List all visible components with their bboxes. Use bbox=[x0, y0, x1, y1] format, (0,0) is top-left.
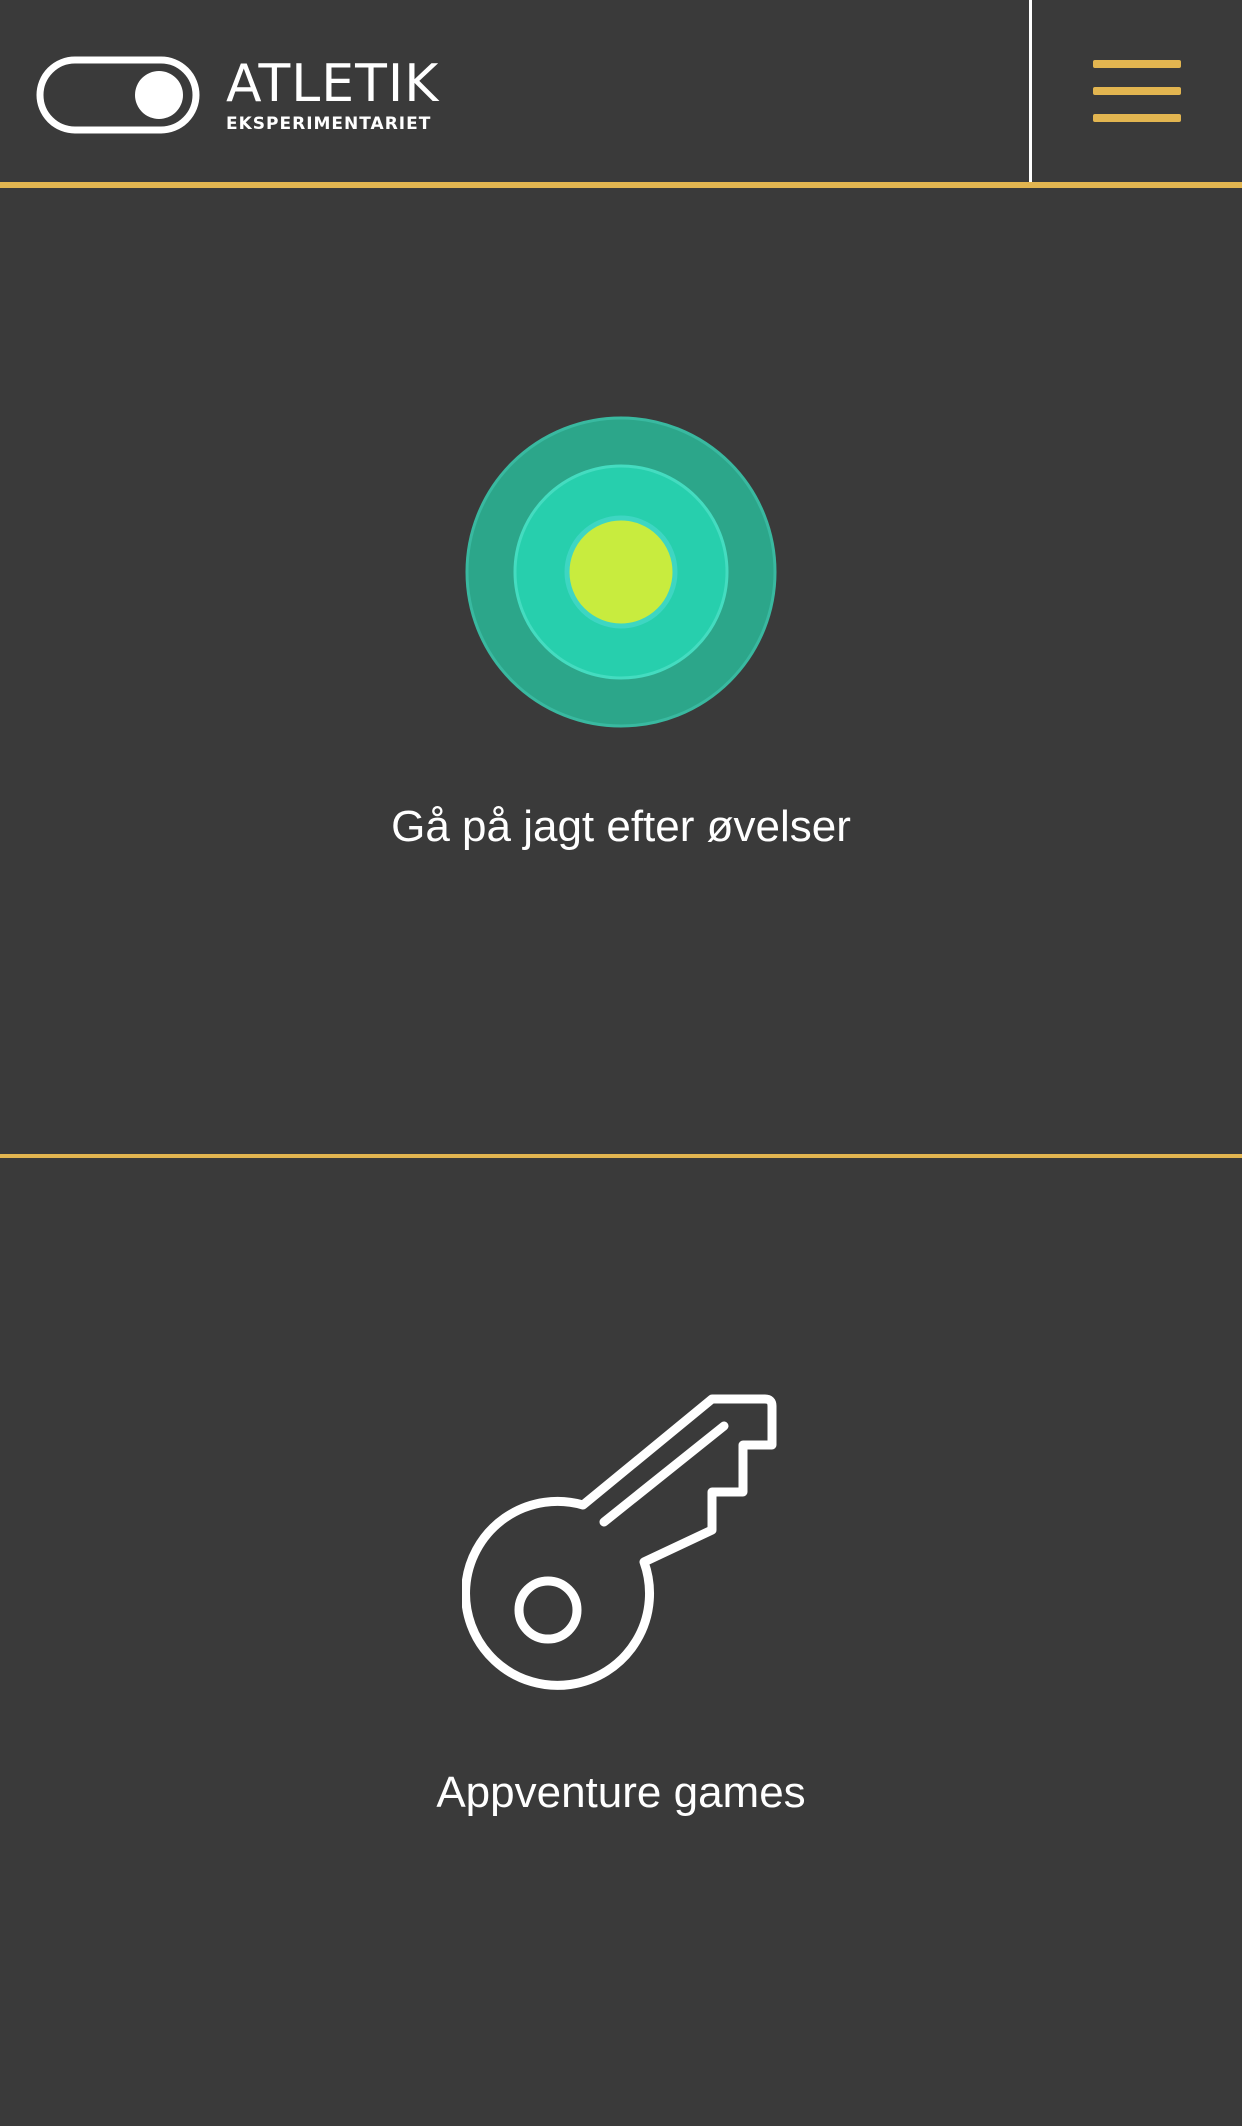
logo-text: ATLETIK EKSPERIMENTARIET bbox=[226, 58, 439, 133]
appventure-games-tile[interactable]: Appventure games bbox=[0, 1158, 1242, 2126]
logo-subtitle: EKSPERIMENTARIET bbox=[226, 113, 432, 134]
app-header: ATLETIK EKSPERIMENTARIET bbox=[0, 0, 1242, 188]
logo[interactable]: ATLETIK EKSPERIMENTARIET bbox=[36, 56, 439, 134]
menu-button[interactable] bbox=[1032, 0, 1242, 182]
exercise-hunt-tile[interactable]: Gå på jagt efter øvelser bbox=[0, 188, 1242, 1154]
hamburger-menu-icon bbox=[1093, 60, 1181, 122]
exercise-hunt-label: Gå på jagt efter øvelser bbox=[391, 802, 851, 851]
logo-title: ATLETIK bbox=[226, 53, 440, 114]
appventure-games-label: Appventure games bbox=[436, 1768, 806, 1817]
toggle-switch-icon bbox=[36, 56, 200, 134]
target-radar-icon bbox=[465, 416, 777, 728]
key-icon bbox=[462, 1394, 777, 1690]
